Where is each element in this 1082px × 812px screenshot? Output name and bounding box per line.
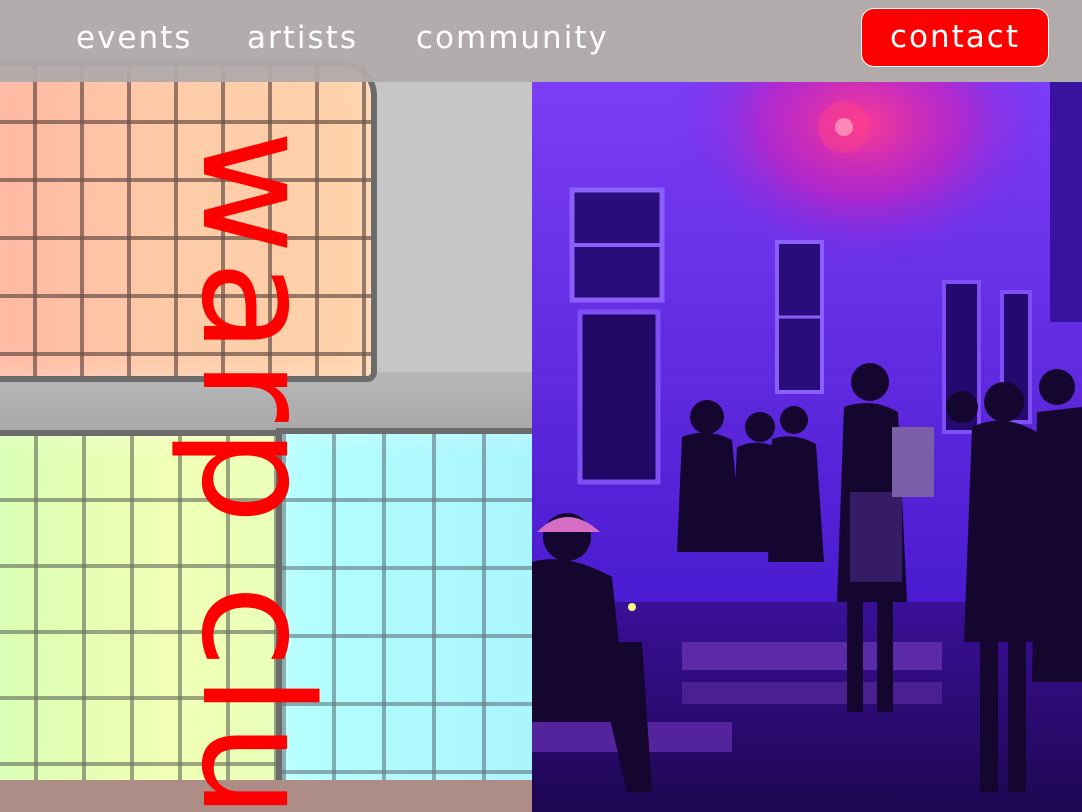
brand-title: warp clu	[168, 130, 345, 812]
crowd-photo-illustration	[532, 82, 1082, 812]
hero-crate-image: warp clu	[0, 0, 532, 812]
landing-page: warp clu events artists community contac…	[0, 0, 1082, 812]
nav-community[interactable]: community	[416, 18, 609, 58]
nav-artists[interactable]: artists	[247, 18, 358, 58]
crowd-photo	[532, 82, 1082, 812]
contact-button[interactable]: contact	[861, 8, 1049, 67]
nav-events[interactable]: events	[76, 18, 192, 58]
site-header: events artists community contact	[0, 0, 1082, 82]
